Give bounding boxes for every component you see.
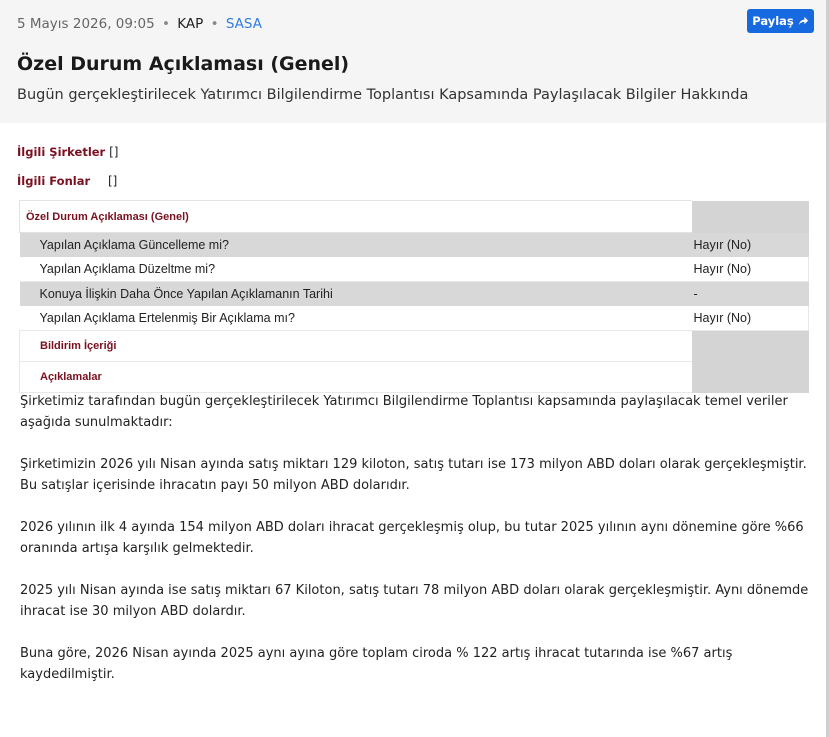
- related-companies-label: İlgili Şirketler: [17, 145, 106, 159]
- related-funds-value: []: [107, 174, 118, 188]
- share-arrow-icon: [798, 16, 808, 25]
- section-row: Bildirim İçeriği: [19, 330, 809, 362]
- news-header: 5 Mayıs 2026, 09:05 • KAP • SASA Paylaş …: [0, 0, 829, 123]
- section-side: [691, 330, 809, 362]
- section-side: [691, 361, 809, 393]
- news-meta: 5 Mayıs 2026, 09:05 • KAP • SASA: [17, 16, 262, 32]
- meta-separator: •: [162, 16, 170, 32]
- table-heading-side: [691, 200, 809, 233]
- body-paragraph: Şirketimizin 2026 yılı Nisan ayında satı…: [20, 457, 807, 493]
- row-question: Yapılan Açıklama Güncelleme mi?: [19, 232, 692, 257]
- body-paragraph: Buna göre, 2026 Nisan ayında 2025 aynı a…: [20, 646, 733, 682]
- row-question: Yapılan Açıklama Ertelenmiş Bir Açıklama…: [19, 306, 692, 331]
- body-paragraph: Şirketimiz tarafından bugün gerçekleştir…: [20, 394, 788, 430]
- row-answer: Hayır (No): [691, 232, 809, 257]
- row-answer: Hayır (No): [691, 257, 809, 282]
- section-explanations: Açıklamalar: [19, 361, 692, 393]
- meta-separator: •: [210, 16, 219, 32]
- table-row: Yapılan Açıklama Düzeltme mi? Hayır (No): [19, 257, 809, 282]
- share-label: Paylaş: [752, 14, 794, 28]
- row-question: Konuya İlişkin Daha Önce Yapılan Açıklam…: [19, 281, 692, 306]
- news-source: KAP: [177, 16, 204, 32]
- row-question: Yapılan Açıklama Düzeltme mi?: [19, 257, 692, 282]
- disclosure-table: Özel Durum Açıklaması (Genel) Yapılan Aç…: [19, 200, 809, 393]
- body-paragraph: 2026 yılının ilk 4 ayında 154 milyon ABD…: [20, 520, 804, 556]
- related-companies: İlgili Şirketler []: [17, 145, 118, 159]
- table-row: Konuya İlişkin Daha Önce Yapılan Açıklam…: [19, 281, 809, 306]
- table-heading: Özel Durum Açıklaması (Genel): [19, 200, 692, 233]
- page-title: Özel Durum Açıklaması (Genel): [17, 53, 350, 75]
- row-answer: -: [691, 281, 809, 306]
- table-heading-row: Özel Durum Açıklaması (Genel): [19, 200, 809, 233]
- ticker-link[interactable]: SASA: [226, 16, 262, 32]
- related-funds: İlgili Fonlar []: [17, 174, 117, 188]
- row-answer: Hayır (No): [691, 306, 809, 331]
- page-subtitle: Bugün gerçekleştirilecek Yatırımcı Bilgi…: [17, 87, 749, 103]
- table-row: Yapılan Açıklama Güncelleme mi? Hayır (N…: [19, 232, 809, 257]
- section-row: Açıklamalar: [19, 361, 809, 393]
- disclosure-body: Şirketimiz tarafından bugün gerçekleştir…: [20, 391, 810, 706]
- section-notification-content: Bildirim İçeriği: [19, 330, 692, 362]
- body-paragraph: 2025 yılı Nisan ayında ise satış miktarı…: [20, 583, 809, 619]
- related-funds-label: İlgili Fonlar: [17, 174, 91, 188]
- share-button[interactable]: Paylaş: [747, 9, 814, 33]
- news-date: 5 Mayıs 2026, 09:05: [17, 16, 155, 32]
- related-companies-value: []: [109, 145, 119, 159]
- table-row: Yapılan Açıklama Ertelenmiş Bir Açıklama…: [19, 306, 809, 331]
